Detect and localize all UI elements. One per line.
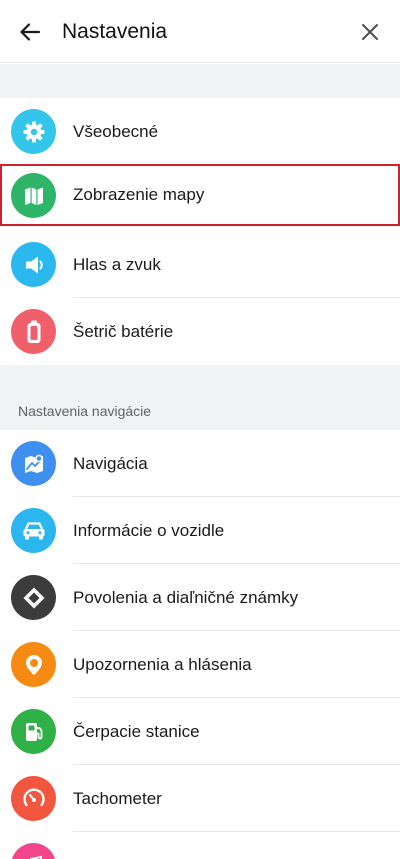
settings-item-vehicle-info[interactable]: Informácie o vozidle: [0, 497, 400, 564]
gas-stations-icon-badge: [11, 709, 56, 754]
settings-item-speedometer[interactable]: Tachometer: [0, 765, 400, 832]
navigation-icon-badge: [11, 441, 56, 486]
car-icon: [23, 521, 44, 539]
arrow-left-icon: [20, 23, 41, 41]
settings-item-label: Tachometer: [73, 789, 162, 808]
speaker-icon: [25, 256, 43, 273]
back-button[interactable]: [14, 16, 46, 48]
settings-item-navigation[interactable]: Navigácia: [0, 430, 400, 497]
vehicle-info-icon-badge: [11, 508, 56, 553]
settings-item-label: Všeobecné: [73, 122, 159, 141]
settings-item-label: Povolenia a diaľničné známky: [73, 588, 299, 607]
settings-item-general[interactable]: Všeobecné: [0, 98, 400, 165]
battery-icon: [27, 320, 40, 343]
navigation-map-icon: [24, 454, 43, 473]
settings-item-label: Informácie o vozidle: [73, 521, 225, 540]
alerts-icon-badge: [11, 642, 56, 687]
settings-item-music-controls[interactable]: Hudobné ovládanie: [0, 832, 400, 859]
close-icon: [362, 24, 378, 40]
settings-item-label: Navigácia: [73, 454, 148, 473]
section-spacer: [0, 64, 400, 98]
fuel-pump-icon: [25, 722, 42, 741]
settings-item-label: Hudobné ovládanie: [73, 832, 220, 859]
settings-item-map-display[interactable]: Zobrazenie mapy: [0, 164, 400, 226]
battery-saver-icon-badge: [11, 309, 56, 354]
settings-item-label: Hlas a zvuk: [73, 255, 161, 274]
settings-item-permits-vignettes[interactable]: Povolenia a diaľničné známky: [0, 564, 400, 631]
speedometer-icon-badge: [11, 776, 56, 821]
settings-item-label: Čerpacie stanice: [73, 722, 200, 741]
settings-item-label: Šetrič batérie: [73, 322, 174, 341]
general-icon-badge: [11, 109, 56, 154]
close-button[interactable]: [354, 16, 386, 48]
voice-sound-icon-badge: [11, 242, 56, 287]
settings-item-label: Zobrazenie mapy: [73, 185, 205, 204]
map-display-icon-badge: [11, 173, 56, 218]
settings-item-alerts-reports[interactable]: Upozornenia a hlásenia: [0, 631, 400, 698]
settings-item-voice-sound[interactable]: Hlas a zvuk: [0, 231, 400, 298]
diamond-sign-icon: [23, 587, 44, 608]
section-title-navigation-settings: Nastavenia navigácie: [18, 403, 152, 419]
gear-icon: [23, 121, 44, 142]
top-bar: Nastavenia: [0, 0, 400, 63]
settings-item-label: Upozornenia a hlásenia: [73, 655, 252, 674]
music-icon-badge: [11, 843, 56, 859]
speedometer-icon: [22, 788, 45, 806]
permits-icon-badge: [11, 575, 56, 620]
settings-item-battery-saver[interactable]: Šetrič batérie: [0, 298, 400, 365]
page-title: Nastavenia: [62, 20, 168, 43]
section-header: [0, 365, 400, 430]
settings-item-gas-stations[interactable]: Čerpacie stanice: [0, 698, 400, 765]
map-icon: [24, 187, 43, 205]
alert-pin-icon: [25, 654, 42, 675]
music-icon: [29, 855, 42, 859]
